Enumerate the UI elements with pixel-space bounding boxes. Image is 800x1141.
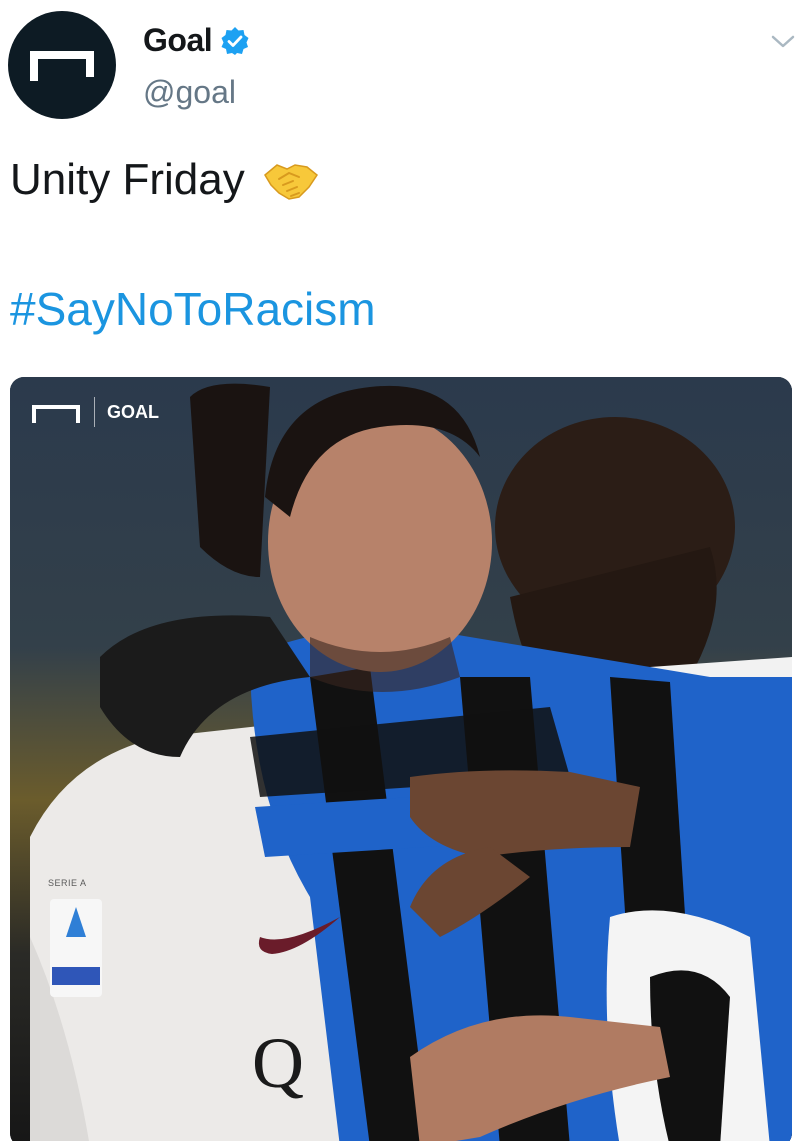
- shirt-sponsor-letter: Q: [252, 1023, 304, 1103]
- watermark-divider: [94, 397, 95, 427]
- tweet-text-content: Unity Friday: [10, 155, 245, 204]
- tweet-header: Goal @goal: [0, 0, 800, 130]
- verified-badge-icon: [221, 26, 249, 55]
- account-handle[interactable]: @goal: [143, 74, 236, 111]
- handshake-emoji-icon: [263, 164, 318, 200]
- photo-players-hug: [10, 377, 792, 1141]
- serie-a-badge: SERIE A: [48, 878, 87, 888]
- display-name[interactable]: Goal: [143, 22, 213, 59]
- watermark-text: GOAL: [107, 401, 159, 422]
- goal-watermark: GOAL: [30, 397, 159, 427]
- tweet-text: Unity Friday: [10, 155, 319, 205]
- tweet-media-image[interactable]: GOAL: [10, 377, 792, 1141]
- name-row: Goal: [143, 22, 250, 59]
- chevron-down-icon[interactable]: [770, 30, 796, 52]
- hashtag-link[interactable]: #SayNoToRacism: [10, 282, 376, 336]
- goal-logo-icon: [30, 51, 94, 81]
- goal-watermark-icon: [32, 405, 80, 423]
- avatar[interactable]: [8, 11, 116, 119]
